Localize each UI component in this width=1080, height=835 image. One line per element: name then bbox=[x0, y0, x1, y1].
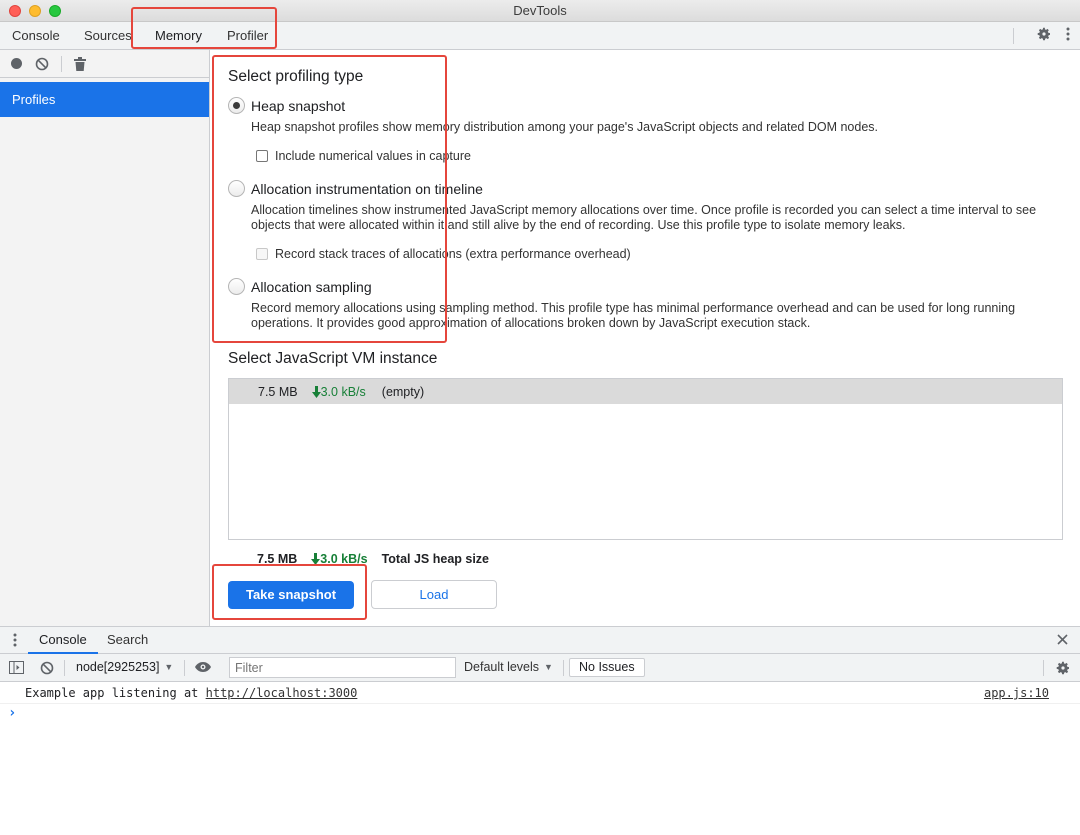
vm-instance-row[interactable]: 7.5 MB 3.0 kB/s (empty) bbox=[229, 379, 1062, 404]
load-button[interactable]: Load bbox=[371, 580, 497, 609]
heap-summary-size: 7.5 MB bbox=[257, 552, 298, 566]
memory-panel: Select profiling type Heap snapshot Heap… bbox=[211, 50, 1080, 626]
drawer-tab-console[interactable]: Console bbox=[28, 627, 98, 654]
panel-tab-bar: Console Sources Memory Profiler bbox=[0, 22, 1080, 50]
toolbar-divider bbox=[61, 55, 62, 72]
more-options-icon[interactable] bbox=[1066, 27, 1070, 41]
heap-snapshot-description: Heap snapshot profiles show memory distr… bbox=[251, 120, 879, 134]
include-numerical-values-checkbox[interactable] bbox=[256, 150, 268, 162]
allocation-timeline-radio[interactable] bbox=[228, 180, 245, 197]
console-toolbar: node[2925253] ▼ Default levels ▼ No Issu… bbox=[0, 654, 1080, 682]
clear-icon[interactable] bbox=[35, 57, 49, 71]
heap-snapshot-option[interactable]: Heap snapshot bbox=[228, 97, 345, 114]
record-stack-traces-option: Record stack traces of allocations (extr… bbox=[256, 247, 631, 261]
log-source-link[interactable]: app.js:10 bbox=[984, 682, 1049, 704]
sidebar-item-profiles[interactable]: Profiles bbox=[0, 82, 209, 117]
record-icon[interactable] bbox=[10, 57, 23, 70]
issues-button[interactable]: No Issues bbox=[569, 658, 645, 677]
allocation-sampling-option[interactable]: Allocation sampling bbox=[228, 278, 372, 295]
tab-memory[interactable]: Memory bbox=[143, 22, 214, 49]
window-title: DevTools bbox=[513, 3, 567, 18]
console-output[interactable]: Example app listening at http://localhos… bbox=[0, 682, 1080, 835]
log-message-link[interactable]: http://localhost:3000 bbox=[206, 686, 358, 700]
console-prompt[interactable]: › bbox=[8, 705, 16, 721]
heap-summary-rate: 3.0 kB/s bbox=[311, 552, 368, 566]
profiling-type-heading: Select profiling type bbox=[228, 68, 364, 85]
allocation-sampling-radio[interactable] bbox=[228, 278, 245, 295]
take-snapshot-button[interactable]: Take snapshot bbox=[228, 581, 354, 609]
heap-snapshot-radio[interactable] bbox=[228, 97, 245, 114]
log-message-text: Example app listening at bbox=[25, 686, 206, 700]
drawer-tab-bar: Console Search bbox=[0, 626, 1080, 654]
allocation-timeline-label: Allocation instrumentation on timeline bbox=[251, 180, 483, 197]
context-selector-value: node[2925253] bbox=[76, 660, 160, 674]
toolbar-divider bbox=[563, 660, 564, 676]
profiles-sidebar: Profiles bbox=[0, 50, 210, 626]
dropdown-arrow-icon: ▼ bbox=[544, 662, 553, 672]
record-stack-traces-checkbox bbox=[256, 248, 268, 260]
trash-icon[interactable] bbox=[74, 56, 86, 71]
toolbar-divider bbox=[1013, 28, 1014, 44]
toolbar-divider bbox=[184, 660, 185, 676]
close-drawer-icon[interactable] bbox=[1057, 634, 1068, 645]
show-sidebar-icon[interactable] bbox=[9, 661, 24, 674]
allocation-sampling-description: Record memory allocations using sampling… bbox=[251, 301, 1016, 330]
toolbar-divider bbox=[1043, 660, 1044, 676]
log-levels-dropdown[interactable]: Default levels ▼ bbox=[464, 660, 553, 674]
arrow-down-icon bbox=[311, 553, 321, 565]
console-log-message: Example app listening at http://localhos… bbox=[0, 682, 1080, 704]
include-numerical-values-option[interactable]: Include numerical values in capture bbox=[256, 149, 471, 163]
clear-console-icon[interactable] bbox=[40, 661, 54, 675]
dropdown-arrow-icon: ▼ bbox=[164, 662, 174, 672]
record-stack-traces-label: Record stack traces of allocations (extr… bbox=[275, 247, 631, 261]
vm-instance-heading: Select JavaScript VM instance bbox=[228, 350, 438, 367]
sidebar-toolbar bbox=[0, 50, 209, 78]
eye-icon[interactable] bbox=[194, 661, 212, 673]
console-settings-gear-icon[interactable] bbox=[1055, 660, 1071, 676]
vm-instance-rate-value: 3.0 kB/s bbox=[320, 384, 366, 399]
arrow-down-icon bbox=[311, 385, 321, 398]
heap-summary: 7.5 MB 3.0 kB/s Total JS heap size bbox=[257, 552, 489, 566]
vm-instance-name: (empty) bbox=[381, 384, 425, 399]
allocation-sampling-label: Allocation sampling bbox=[251, 278, 372, 295]
console-filter-input[interactable] bbox=[229, 657, 456, 678]
tab-profiler[interactable]: Profiler bbox=[227, 22, 268, 49]
include-numerical-values-label: Include numerical values in capture bbox=[275, 149, 471, 163]
heap-summary-rate-value: 3.0 kB/s bbox=[320, 552, 368, 566]
log-levels-value: Default levels bbox=[464, 660, 540, 674]
toolbar-divider bbox=[64, 660, 65, 676]
heap-summary-label: Total JS heap size bbox=[381, 552, 490, 566]
context-selector[interactable]: node[2925253] ▼ bbox=[76, 660, 173, 674]
title-bar: DevTools bbox=[0, 0, 1080, 22]
vm-instance-rate: 3.0 kB/s bbox=[311, 384, 366, 399]
drawer-menu-icon[interactable] bbox=[13, 633, 17, 647]
settings-gear-icon[interactable] bbox=[1036, 26, 1052, 42]
drawer-tab-search[interactable]: Search bbox=[107, 627, 148, 654]
vm-instance-list: 7.5 MB 3.0 kB/s (empty) bbox=[228, 378, 1063, 540]
tab-sources[interactable]: Sources bbox=[84, 22, 132, 49]
allocation-timeline-option[interactable]: Allocation instrumentation on timeline bbox=[228, 180, 483, 197]
tab-console[interactable]: Console bbox=[12, 22, 60, 49]
vm-instance-size: 7.5 MB bbox=[258, 384, 298, 399]
heap-snapshot-label: Heap snapshot bbox=[251, 97, 346, 114]
allocation-timeline-description: Allocation timelines show instrumented J… bbox=[251, 203, 1037, 232]
